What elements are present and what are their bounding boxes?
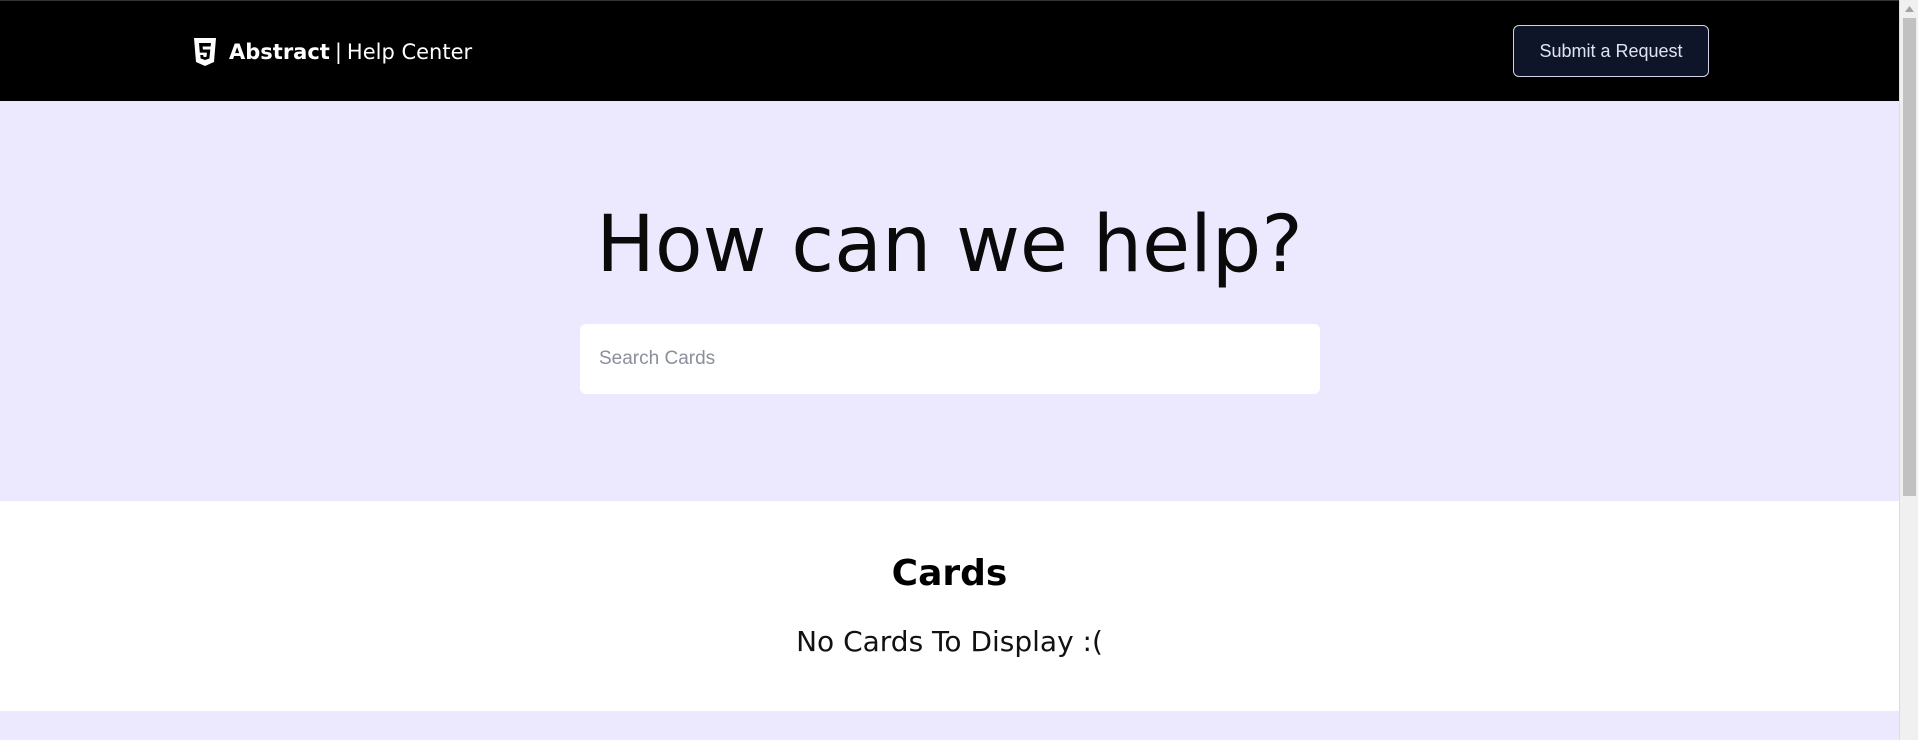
brand-separator: | — [334, 40, 342, 64]
page: Abstract | Help Center Submit a Request … — [0, 0, 1918, 740]
top-navbar: Abstract | Help Center Submit a Request — [0, 0, 1899, 101]
footer-strip — [0, 711, 1899, 740]
main-content: Abstract | Help Center Submit a Request … — [0, 0, 1899, 740]
vertical-scrollbar[interactable] — [1899, 0, 1918, 740]
html5-shield-icon — [193, 38, 217, 66]
cards-section: Cards No Cards To Display :( — [0, 501, 1899, 711]
brand-name: Abstract — [229, 40, 330, 64]
empty-state-message: No Cards To Display :( — [796, 625, 1103, 658]
submit-request-button[interactable]: Submit a Request — [1513, 25, 1709, 77]
cards-title: Cards — [891, 553, 1008, 594]
brand[interactable]: Abstract | Help Center — [193, 38, 472, 66]
hero-section: How can we help? — [0, 101, 1899, 501]
brand-subtitle: Help Center — [346, 40, 473, 64]
hero-title: How can we help? — [596, 200, 1303, 290]
search-input[interactable] — [580, 324, 1320, 394]
scroll-up-arrow-icon[interactable] — [1900, 0, 1918, 17]
scrollbar-thumb[interactable] — [1903, 18, 1916, 496]
